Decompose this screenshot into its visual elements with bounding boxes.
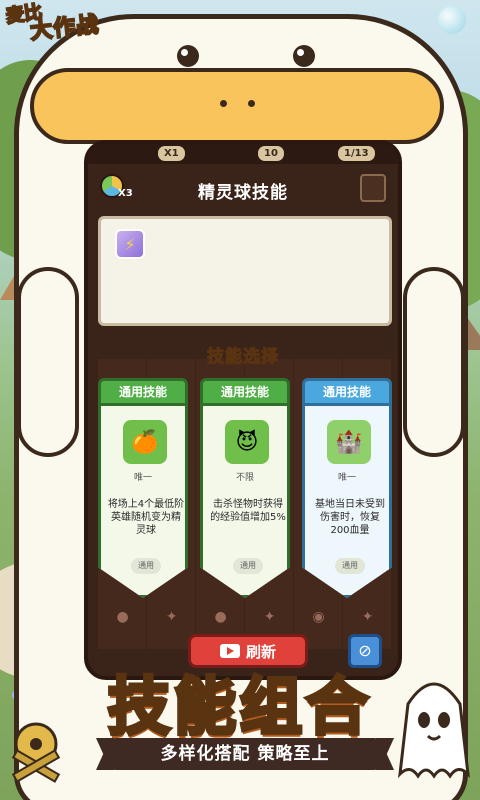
skill-card-3[interactable]: 通用技能 🏰 唯一 基地当日未受到伤害时，恢复200血量 通用: [302, 378, 392, 600]
orange-icon: 🍊: [123, 420, 167, 464]
bone-icon: ✦: [165, 609, 178, 625]
card-description: 基地当日未受到伤害时，恢复200血量: [315, 499, 385, 536]
logo-line2: 大作战: [28, 11, 101, 45]
ghost-mascot-icon: [398, 682, 470, 779]
duck-wing-left: [17, 267, 79, 457]
skill-panel-phone: X1 10 1/13 X3 精灵球技能 ⚡ 技能选择 通用技能 🍊 唯一 将场上…: [84, 140, 402, 680]
top-hud: X1 10 1/13: [88, 144, 398, 164]
skill-card-1[interactable]: 通用技能 🍊 唯一 将场上4个最低阶英雄随机变为精灵球 通用: [98, 378, 188, 600]
card-header: 通用技能: [200, 378, 290, 406]
duck-eye-right: [293, 45, 315, 67]
card-tag: 通用: [233, 558, 263, 574]
card-rarity: 唯一: [337, 473, 356, 483]
bone-icon: ✦: [361, 609, 374, 625]
lightning-icon: ⚡: [124, 234, 136, 254]
bone-icon: ✦: [263, 609, 276, 625]
promo-tagline: 多样化搭配 策略至上: [110, 738, 380, 770]
duck-eye-left: [177, 45, 199, 67]
card-body: 🏰 唯一 基地当日未受到伤害时，恢复200血量 通用: [302, 406, 392, 598]
hud-chip-counter: 10: [258, 146, 284, 161]
devil-exp-icon: 😈: [225, 420, 269, 464]
card-description: 击杀怪物时获得的经验值增加5%: [210, 499, 286, 523]
card-body: 😈 不限 击杀怪物时获得的经验值增加5% 通用: [200, 406, 290, 598]
section-title: 技能选择: [207, 347, 279, 368]
hud-chip-wave: 1/13: [338, 146, 375, 161]
skill-card-2[interactable]: 通用技能 😈 不限 击杀怪物时获得的经验值增加5% 通用: [200, 378, 290, 600]
card-tag: 通用: [335, 558, 365, 574]
pokeball-icon: ◉: [312, 609, 325, 625]
panel-title: 精灵球技能: [198, 183, 288, 203]
game-logo: 麦比 大作战: [4, 1, 126, 46]
card-tag: 通用: [131, 558, 161, 574]
card-rarity: 唯一: [133, 473, 152, 483]
skill-info-panel: ⚡: [98, 216, 392, 326]
skill-slot[interactable]: ⚡: [115, 229, 145, 259]
card-body: 🍊 唯一 将场上4个最低阶英雄随机变为精灵球 通用: [98, 406, 188, 598]
duck-wing-right: [403, 267, 465, 457]
chain-monster-icon: [11, 722, 61, 783]
bubble-icon: [438, 6, 466, 34]
hud-chip-multiplier: X1: [158, 146, 185, 161]
meat-icon: ●: [214, 609, 227, 625]
meat-icon: ●: [116, 609, 129, 625]
bag-icon[interactable]: [360, 174, 386, 202]
card-rarity: 不限: [235, 473, 254, 483]
board-items: ● ✦ ● ✦ ◉ ✦: [98, 602, 392, 632]
duck-nostril: [220, 100, 227, 107]
duck-nostril: [248, 100, 255, 107]
card-header: 通用技能: [302, 378, 392, 406]
card-description: 将场上4个最低阶英雄随机变为精灵球: [107, 499, 185, 536]
duck-beak: [30, 68, 444, 144]
card-header: 通用技能: [98, 378, 188, 406]
castle-heal-icon: 🏰: [327, 420, 371, 464]
